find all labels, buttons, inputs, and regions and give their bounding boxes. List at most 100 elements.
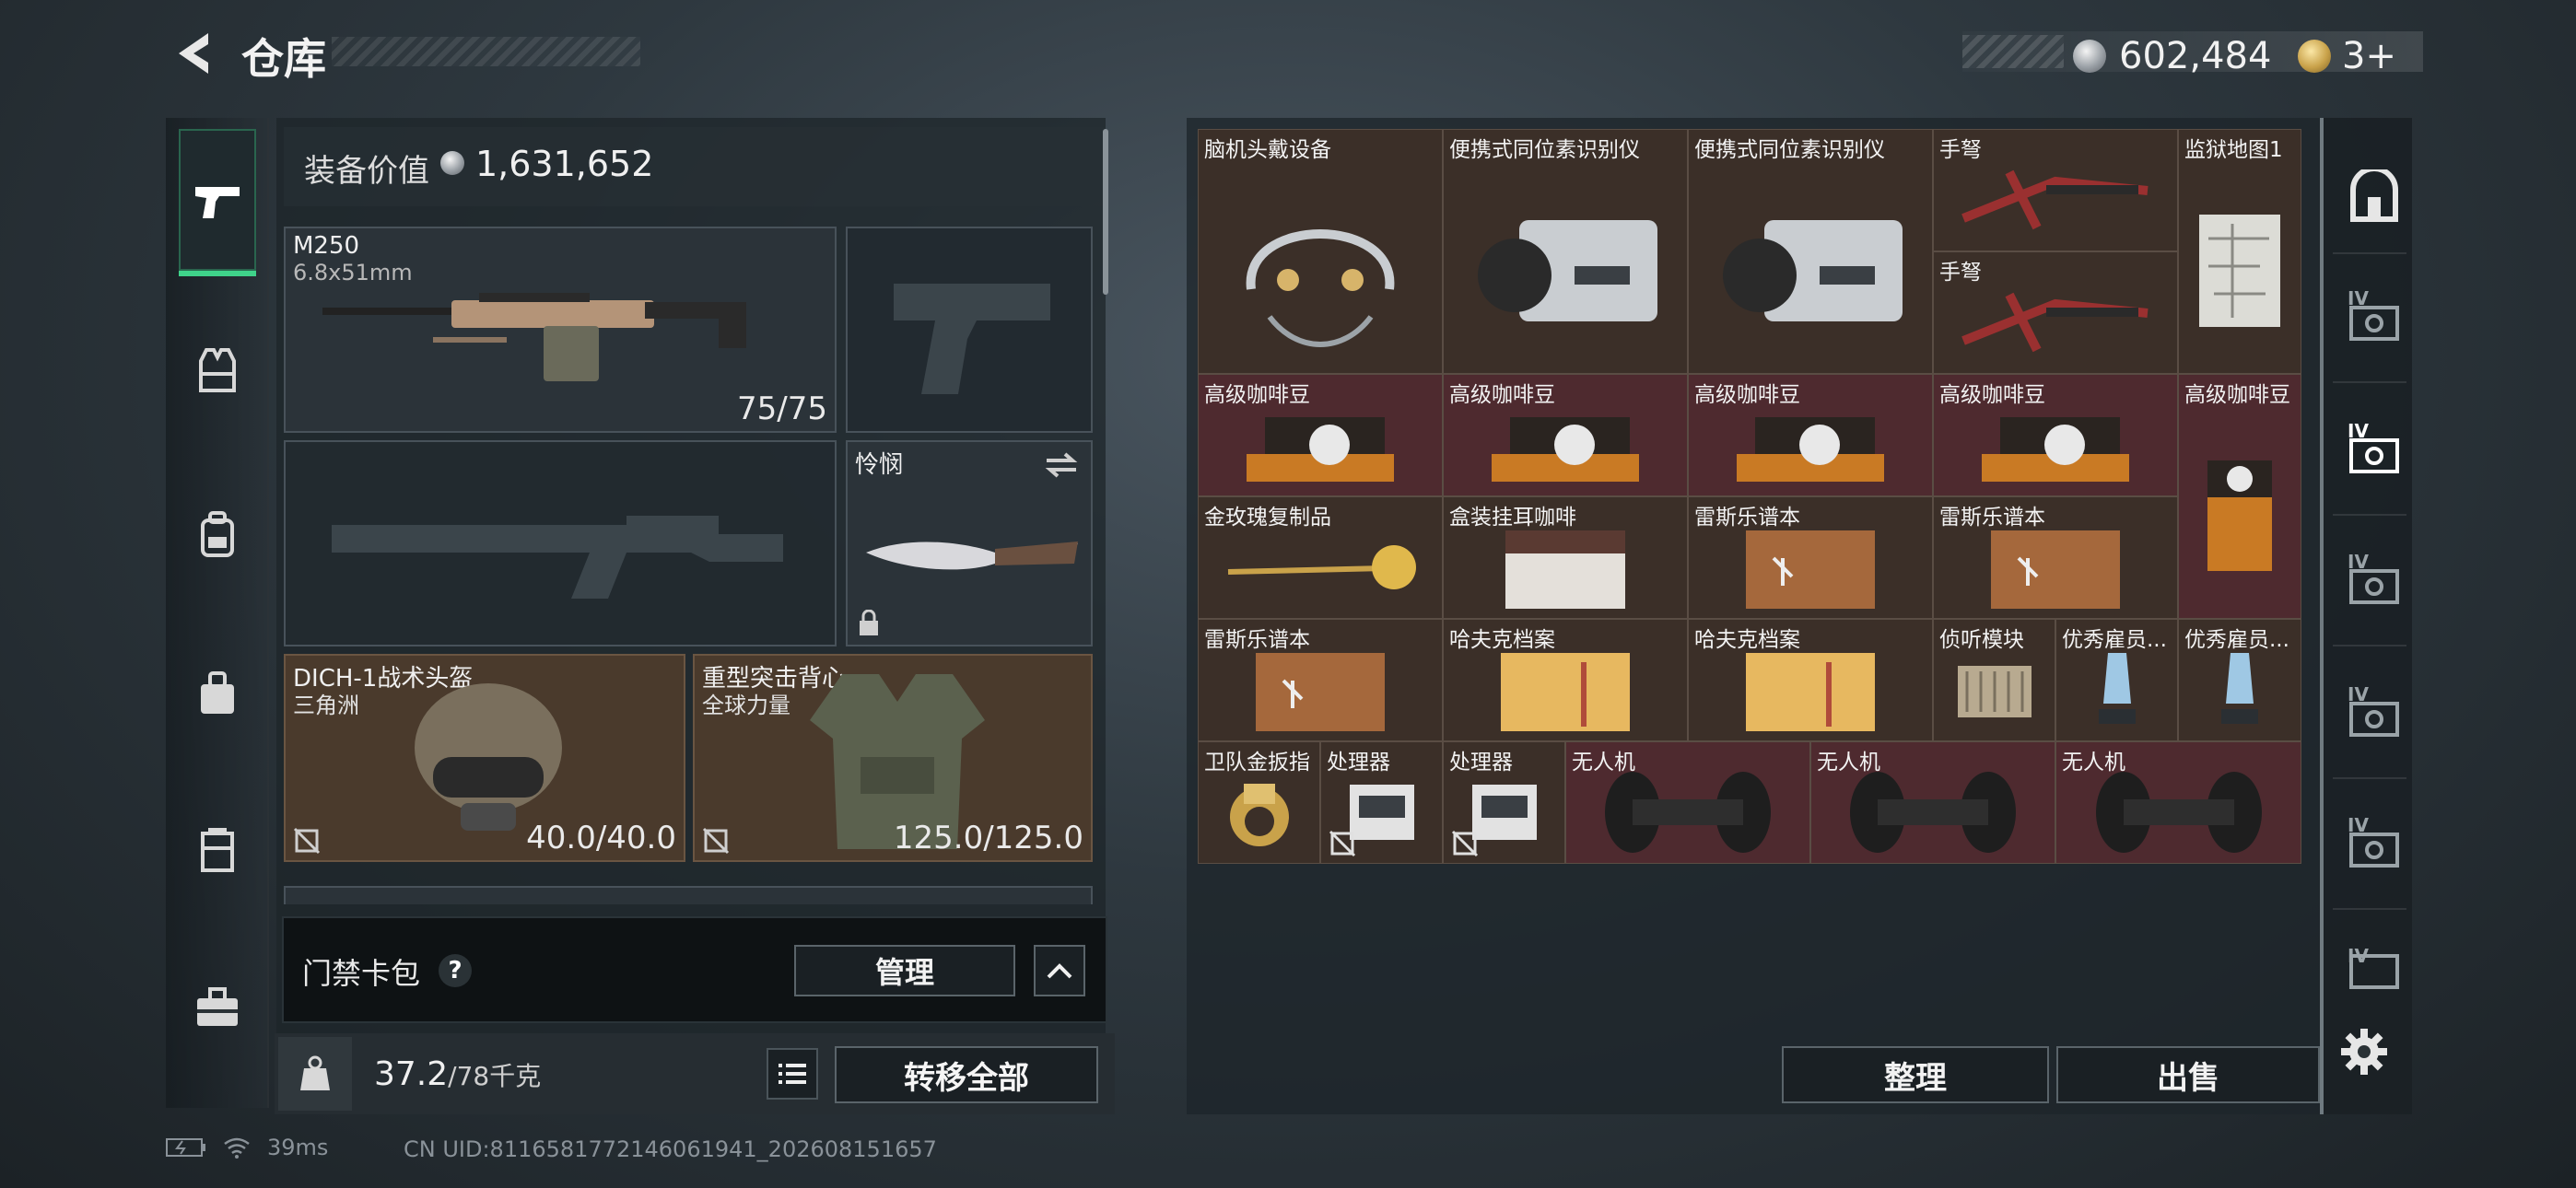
item-label: 脑机头戴设备 <box>1204 138 1331 162</box>
silver-currency[interactable]: 602,484 <box>2073 35 2271 77</box>
silver-coin-icon <box>2073 40 2106 73</box>
currency-decor-strip <box>1962 35 2064 68</box>
item-prison-map[interactable]: 监狱地图1 <box>2178 129 2301 374</box>
tab-tier-iv-6[interactable]: IV <box>2342 947 2406 993</box>
tab-tier-iv-5[interactable]: IV <box>2342 814 2406 880</box>
tab-tier-iv-2-active[interactable]: IV <box>2342 420 2406 486</box>
item-isotope-detector[interactable]: 便携式同位素识别仪 <box>1688 129 1933 374</box>
list-view-button[interactable] <box>767 1048 818 1100</box>
nav-armor[interactable] <box>179 332 256 409</box>
tab-home[interactable] <box>2342 164 2406 228</box>
item-drone[interactable]: 无人机 <box>1565 741 1810 864</box>
nav-bag[interactable] <box>179 654 256 731</box>
item-premium-coffee-beans[interactable]: 高级咖啡豆 <box>1688 374 1933 496</box>
tab-tier-iv-4[interactable]: IV <box>2342 683 2406 750</box>
no-transfer-icon <box>1329 830 1356 857</box>
detector-icon <box>1478 220 1657 322</box>
item-hand-crossbow[interactable]: 手弩 <box>1933 129 2178 251</box>
item-drone[interactable]: 无人机 <box>1810 741 2055 864</box>
tier-label: IV <box>2348 287 2369 309</box>
book-icon <box>1746 530 1875 609</box>
item-employee-award[interactable]: 优秀雇员... <box>2055 619 2178 741</box>
sort-button[interactable]: 整理 <box>1782 1046 2049 1103</box>
no-transfer-icon <box>702 827 730 855</box>
manage-button[interactable]: 管理 <box>794 945 1015 996</box>
ping: 39ms <box>267 1135 329 1160</box>
drone-icon <box>1850 771 2016 853</box>
melee-name: 怜悯 <box>855 451 904 479</box>
nav-toolbox[interactable] <box>179 969 256 1046</box>
swap-icon[interactable] <box>1043 451 1080 479</box>
sell-button[interactable]: 出售 <box>2056 1046 2320 1103</box>
item-haavk-file[interactable]: 哈夫克档案 <box>1443 619 1688 741</box>
home-storage-icon <box>2350 169 2398 222</box>
page-title: 仓库 <box>241 34 326 84</box>
nav-backpack[interactable] <box>179 495 256 573</box>
trophy-icon <box>2098 652 2136 724</box>
melee-slot[interactable]: 怜悯 <box>846 440 1093 646</box>
tab-tier-iv-3[interactable]: IV <box>2342 551 2406 617</box>
item-drone[interactable]: 无人机 <box>2055 741 2301 864</box>
coffee-bag-icon <box>2207 460 2272 572</box>
equipment-value: 1,631,652 <box>475 144 654 184</box>
tab-divider <box>2333 645 2406 646</box>
item-isotope-detector[interactable]: 便携式同位素识别仪 <box>1443 129 1688 374</box>
item-listening-module[interactable]: 侦听模块 <box>1933 619 2055 741</box>
book-icon <box>1991 530 2120 609</box>
tab-divider <box>2333 514 2406 516</box>
pistol-slot-empty[interactable] <box>846 227 1093 433</box>
bag-icon <box>201 671 234 714</box>
item-premium-coffee-beans[interactable]: 高级咖啡豆 <box>1933 374 2178 496</box>
armor-slot[interactable]: 重型突击背心 全球力量 125.0/125.0 <box>693 654 1093 862</box>
map-icon <box>2199 215 2280 328</box>
settings-button[interactable] <box>2335 1022 2394 1081</box>
item-employee-award[interactable]: 优秀雇员... <box>2178 619 2301 741</box>
item-processor[interactable]: 处理器 <box>1443 741 1565 864</box>
primary-weapon-slot[interactable]: M250 6.8x51mm 75/75 <box>284 227 837 433</box>
armor-origin: 全球力量 <box>702 693 790 718</box>
item-premium-coffee-beans-tall[interactable]: 高级咖啡豆 <box>2178 374 2301 619</box>
secondary-weapon-slot-empty[interactable] <box>284 440 837 646</box>
back-button[interactable] <box>166 26 221 81</box>
weight-current: 37.2 <box>374 1055 449 1093</box>
item-premium-coffee-beans[interactable]: 高级咖啡豆 <box>1198 374 1443 496</box>
gold-coin-icon <box>2298 40 2331 73</box>
machine-gun-icon <box>322 293 746 381</box>
nav-container[interactable] <box>179 810 256 888</box>
gold-currency[interactable]: 3+ <box>2298 35 2396 77</box>
book-icon <box>1256 652 1385 731</box>
item-label: 处理器 <box>1449 751 1513 775</box>
nav-weapons[interactable] <box>179 164 256 241</box>
item-hand-crossbow[interactable]: 手弩 <box>1933 251 2178 374</box>
crossbow-icon <box>1961 169 2149 230</box>
item-processor[interactable]: 处理器 <box>1320 741 1443 864</box>
item-drip-coffee-box[interactable]: 盒装挂耳咖啡 <box>1443 496 1688 619</box>
item-sheet-music-book[interactable]: 雷斯乐谱本 <box>1933 496 2178 619</box>
coffee-bag-icon <box>1247 416 1394 482</box>
tab-tier-iv-1[interactable]: IV <box>2342 287 2406 354</box>
item-guard-gold-ring[interactable]: 卫队金扳指 <box>1198 741 1320 864</box>
detector-icon <box>1723 220 1903 322</box>
item-premium-coffee-beans[interactable]: 高级咖啡豆 <box>1443 374 1688 496</box>
no-transfer-icon <box>1451 830 1479 857</box>
equipment-scrollbar[interactable] <box>1103 129 1108 295</box>
item-haavk-file[interactable]: 哈夫克档案 <box>1688 619 1933 741</box>
karambit-knife-icon <box>866 542 1078 570</box>
collapse-button[interactable] <box>1034 945 1085 996</box>
item-golden-rose-replica[interactable]: 金玫瑰复制品 <box>1198 496 1443 619</box>
helmet-durability: 40.0/40.0 <box>526 820 676 856</box>
transfer-all-button[interactable]: 转移全部 <box>835 1046 1098 1103</box>
next-slot-peek <box>284 886 1093 904</box>
item-sheet-music-book[interactable]: 雷斯乐谱本 <box>1198 619 1443 741</box>
item-sheet-music-book[interactable]: 雷斯乐谱本 <box>1688 496 1933 619</box>
item-label: 监狱地图1 <box>2184 138 2283 162</box>
tier-label: IV <box>2348 947 2369 967</box>
help-icon[interactable]: ? <box>439 954 472 987</box>
tier-label: IV <box>2348 683 2369 705</box>
helmet-slot[interactable]: DICH-1战术头盔 三角洲 40.0/40.0 <box>284 654 685 862</box>
wifi-icon <box>224 1137 250 1159</box>
pistol-silhouette-icon <box>894 284 1050 394</box>
weapon-ammo-count: 75/75 <box>737 390 827 427</box>
item-bci-headset[interactable]: 脑机头戴设备 <box>1198 129 1443 374</box>
weapon-name: M250 <box>293 232 360 260</box>
